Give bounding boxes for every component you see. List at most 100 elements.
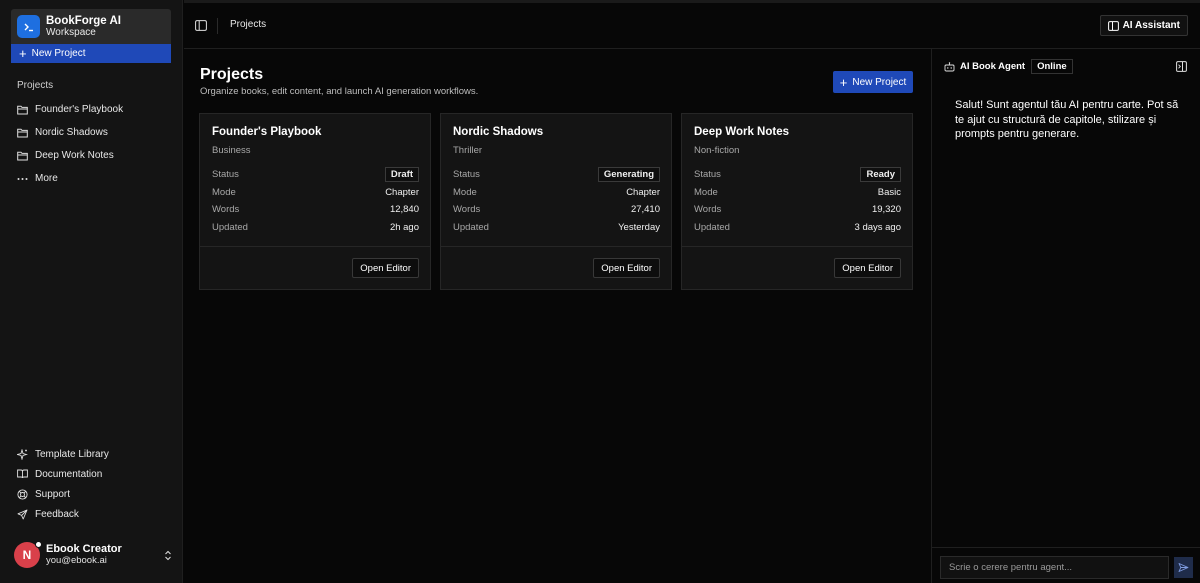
words-value: 27,410 — [630, 204, 660, 216]
words-value: 12,840 — [389, 204, 419, 216]
divider — [200, 246, 430, 247]
top-bar: Projects AI Assistant — [184, 0, 1200, 49]
sidebar-item-label: Documentation — [35, 468, 103, 480]
presence-dot — [35, 541, 42, 548]
agent-composer — [932, 547, 1200, 583]
project-nav-list: Founder's Playbook Nordic Shadows Deep W… — [17, 98, 172, 190]
project-cards: Founder's Playbook Business Status Draft … — [199, 113, 914, 290]
row-label: Words — [212, 204, 240, 216]
updated-row: Updated 3 days ago — [694, 219, 901, 237]
open-editor-button[interactable]: Open Editor — [834, 258, 901, 278]
avatar: N — [14, 541, 42, 568]
mode-value: Basic — [877, 186, 901, 198]
status-row: Status Generating — [453, 166, 660, 184]
send-button[interactable] — [1174, 557, 1193, 578]
status-row: Status Ready — [694, 166, 901, 184]
terminal-icon — [17, 15, 40, 38]
user-email: you@ebook.ai — [46, 555, 107, 566]
status-badge: Generating — [597, 167, 660, 183]
collapse-panel-button[interactable] — [1176, 61, 1187, 75]
divider — [217, 18, 218, 34]
project-card: Deep Work Notes Non-fiction Status Ready … — [681, 113, 913, 290]
status-badge: Draft — [384, 167, 419, 183]
sidebar-new-project-label: New Project — [31, 48, 86, 59]
open-editor-button[interactable]: Open Editor — [593, 258, 660, 278]
brand-title: BookForge AI — [46, 14, 121, 27]
sidebar-item-more[interactable]: More — [17, 167, 172, 190]
card-title: Founder's Playbook — [212, 126, 322, 138]
ai-assistant-label: AI Assistant — [1122, 20, 1180, 31]
book-icon — [17, 469, 28, 479]
project-card: Nordic Shadows Thriller Status Generating… — [440, 113, 672, 290]
words-row: Words 12,840 — [212, 201, 419, 219]
sidebar-item-label: More — [35, 173, 58, 184]
updated-row: Updated Yesterday — [453, 219, 660, 237]
sparkle-icon — [17, 448, 28, 460]
mode-row: Mode Chapter — [212, 184, 419, 202]
plus-icon: + — [19, 46, 27, 61]
divider — [441, 246, 671, 247]
lifebuoy-icon — [17, 488, 28, 500]
card-category: Business — [212, 145, 251, 156]
sidebar-item-deep-work-notes[interactable]: Deep Work Notes — [17, 144, 172, 167]
mode-row: Mode Basic — [694, 184, 901, 202]
updated-row: Updated 2h ago — [212, 219, 419, 237]
row-label: Updated — [453, 221, 489, 233]
status-row: Status Draft — [212, 166, 419, 184]
sidebar-new-project-button[interactable]: + New Project — [11, 44, 171, 63]
breadcrumb: Projects — [230, 19, 267, 30]
sidebar-item-label: Feedback — [35, 508, 79, 520]
row-label: Mode — [212, 186, 236, 198]
send-icon — [1178, 563, 1189, 572]
status-badge: Online — [1031, 59, 1073, 74]
sidebar-item-nordic-shadows[interactable]: Nordic Shadows — [17, 121, 172, 144]
new-project-button[interactable]: + New Project — [833, 71, 913, 93]
sidebar-item-support[interactable]: Support — [17, 484, 172, 504]
sidebar-item-label: Support — [35, 488, 71, 500]
workspace-switcher[interactable]: BookForge AI Workspace — [11, 9, 171, 44]
open-editor-button[interactable]: Open Editor — [352, 258, 419, 278]
row-label: Words — [694, 204, 722, 216]
row-label: Updated — [212, 221, 248, 233]
sidebar-item-label: Nordic Shadows — [35, 127, 108, 138]
row-label: Words — [453, 204, 481, 216]
row-label: Updated — [694, 221, 730, 233]
row-label: Mode — [453, 186, 477, 198]
sidebar-item-feedback[interactable]: Feedback — [17, 504, 172, 524]
sidebar-item-template-library[interactable]: Template Library — [17, 444, 172, 464]
card-title: Deep Work Notes — [694, 126, 790, 138]
sidebar-item-documentation[interactable]: Documentation — [17, 464, 172, 484]
updated-value: Yesterday — [618, 221, 660, 233]
agent-prompt-input[interactable] — [940, 556, 1169, 579]
chevron-up-down-icon — [165, 550, 171, 560]
card-title: Nordic Shadows — [453, 126, 544, 138]
main-content: Projects Organize books, edit content, a… — [184, 49, 930, 583]
user-menu[interactable]: N Ebook Creator you@ebook.ai — [14, 540, 172, 570]
row-label: Status — [694, 169, 721, 181]
bot-icon — [944, 61, 955, 71]
row-label: Mode — [694, 186, 718, 198]
page-title: Projects — [200, 66, 264, 83]
card-category: Non-fiction — [694, 145, 740, 156]
more-icon — [17, 177, 28, 180]
card-category: Thriller — [453, 145, 483, 156]
avatar-initial: N — [22, 548, 32, 562]
project-card: Founder's Playbook Business Status Draft … — [199, 113, 431, 290]
sidebar-toggle-button[interactable] — [195, 20, 207, 34]
ai-agent-panel: AI Book Agent Online Salut! Sunt agentul… — [931, 49, 1200, 583]
sidebar-item-founders-playbook[interactable]: Founder's Playbook — [17, 98, 172, 121]
sidebar-toggle-icon — [195, 20, 207, 31]
new-project-label: New Project — [852, 76, 907, 88]
words-value: 19,320 — [871, 204, 901, 216]
panel-collapse-icon — [1176, 61, 1187, 72]
sidebar-secondary-nav: Template Library Documentation Support F… — [17, 444, 172, 524]
plus-icon: + — [839, 74, 848, 90]
agent-message: Salut! Sunt agentul tău AI pentru carte.… — [955, 99, 1179, 140]
row-label: Status — [453, 169, 480, 181]
folder-icon — [17, 128, 28, 137]
row-label: Status — [212, 169, 239, 181]
mode-value: Chapter — [385, 186, 419, 198]
brand-subtitle: Workspace — [46, 26, 96, 38]
words-row: Words 19,320 — [694, 201, 901, 219]
ai-assistant-button[interactable]: AI Assistant — [1099, 15, 1188, 36]
